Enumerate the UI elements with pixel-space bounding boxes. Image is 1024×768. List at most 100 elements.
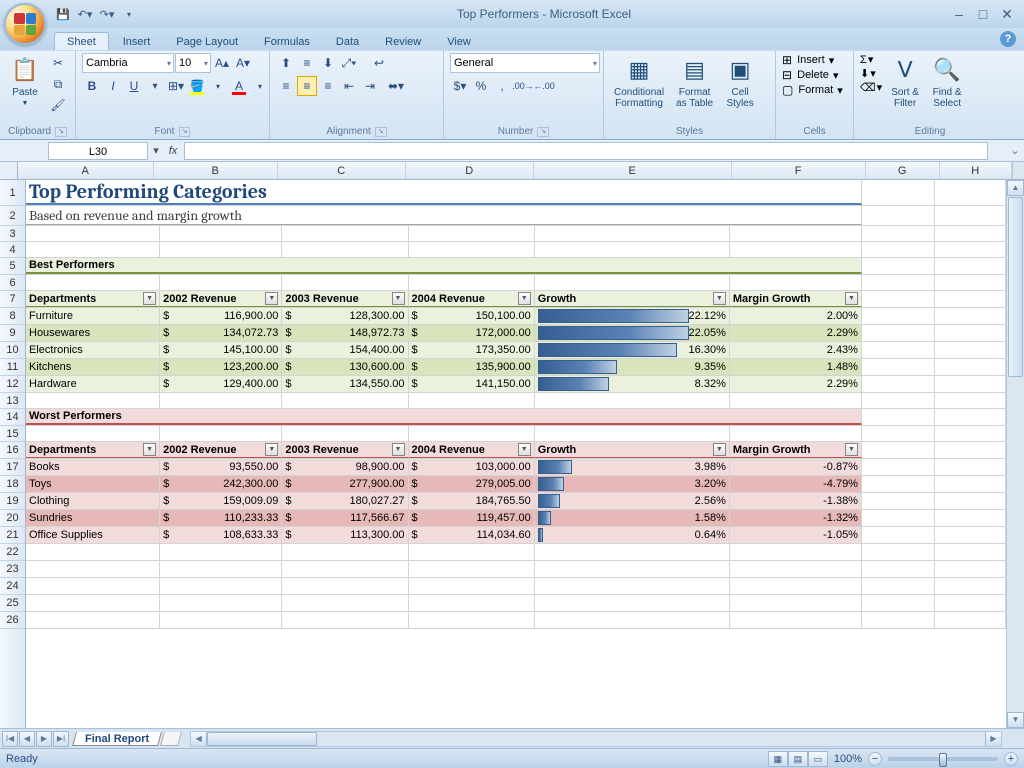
tab-data[interactable]: Data bbox=[324, 33, 371, 50]
row-header[interactable]: 23 bbox=[0, 561, 25, 578]
align-bottom-icon[interactable]: ⬇ bbox=[318, 53, 338, 73]
alignment-launcher[interactable]: ↘ bbox=[375, 127, 387, 137]
scroll-up-icon[interactable]: ▲ bbox=[1007, 180, 1024, 196]
office-button[interactable] bbox=[4, 3, 46, 45]
row-header[interactable]: 6 bbox=[0, 275, 25, 291]
view-layout-icon[interactable]: ▤ bbox=[788, 751, 808, 767]
sheet-nav-first-icon[interactable]: I◀ bbox=[2, 731, 18, 747]
format-as-table-button[interactable]: ▤Format as Table bbox=[672, 53, 717, 111]
bold-icon[interactable]: B bbox=[82, 76, 102, 96]
filter-icon[interactable]: ▼ bbox=[143, 443, 156, 456]
vertical-scrollbar[interactable]: ▲ ▼ bbox=[1006, 180, 1024, 728]
autosum-button[interactable]: Σ▾ bbox=[860, 53, 882, 66]
align-right-icon[interactable]: ≡ bbox=[318, 76, 338, 96]
qat-more-icon[interactable]: ▾ bbox=[120, 5, 138, 23]
filter-icon[interactable]: ▼ bbox=[392, 443, 405, 456]
row-header[interactable]: 21 bbox=[0, 527, 25, 544]
orientation-icon[interactable]: ⤢▾ bbox=[339, 53, 359, 73]
font-color-icon[interactable]: A bbox=[229, 76, 249, 96]
cell-styles-button[interactable]: ▣Cell Styles bbox=[721, 53, 759, 111]
scroll-thumb[interactable] bbox=[1008, 197, 1023, 377]
underline-icon[interactable]: U bbox=[124, 76, 144, 96]
filter-icon[interactable]: ▼ bbox=[713, 292, 726, 305]
row-header[interactable]: 5 bbox=[0, 258, 25, 275]
paste-button[interactable]: 📋 Paste ▼ bbox=[6, 53, 44, 109]
font-launcher[interactable]: ↘ bbox=[179, 127, 191, 137]
font-name-combo[interactable]: Cambria bbox=[82, 53, 174, 73]
scroll-right-icon[interactable]: ▶ bbox=[985, 732, 1001, 746]
row-header[interactable]: 4 bbox=[0, 242, 25, 258]
row-header[interactable]: 13 bbox=[0, 393, 25, 409]
sort-filter-button[interactable]: ᐯSort & Filter bbox=[886, 53, 924, 111]
row-header[interactable]: 22 bbox=[0, 544, 25, 561]
worksheet-grid[interactable]: Top Performing CategoriesBased on revenu… bbox=[26, 180, 1006, 728]
grow-font-icon[interactable]: A▴ bbox=[212, 53, 232, 73]
redo-icon[interactable]: ↷▾ bbox=[98, 5, 116, 23]
view-pagebreak-icon[interactable]: ▭ bbox=[808, 751, 828, 767]
namebox-dropdown-icon[interactable]: ▾ bbox=[150, 144, 162, 157]
scroll-left-icon[interactable]: ◀ bbox=[191, 732, 207, 746]
fx-icon[interactable]: fx bbox=[162, 145, 184, 157]
find-select-button[interactable]: 🔍Find & Select bbox=[928, 53, 966, 111]
row-header[interactable]: 15 bbox=[0, 426, 25, 442]
sheet-nav-prev-icon[interactable]: ◀ bbox=[19, 731, 35, 747]
filter-icon[interactable]: ▼ bbox=[518, 443, 531, 456]
row-header[interactable]: 18 bbox=[0, 476, 25, 493]
filter-icon[interactable]: ▼ bbox=[845, 443, 858, 456]
new-sheet-icon[interactable] bbox=[160, 732, 182, 746]
delete-cells-button[interactable]: ⊟ Delete ▾ bbox=[782, 68, 839, 82]
filter-icon[interactable]: ▼ bbox=[392, 292, 405, 305]
row-header[interactable]: 9 bbox=[0, 325, 25, 342]
insert-cells-button[interactable]: ⊞ Insert ▾ bbox=[782, 53, 834, 67]
select-all-corner[interactable] bbox=[0, 162, 18, 180]
row-header[interactable]: 17 bbox=[0, 459, 25, 476]
name-box[interactable]: L30 bbox=[48, 142, 148, 160]
row-header[interactable]: 12 bbox=[0, 376, 25, 393]
scroll-down-icon[interactable]: ▼ bbox=[1007, 712, 1024, 728]
save-icon[interactable]: 💾 bbox=[54, 5, 72, 23]
filter-icon[interactable]: ▼ bbox=[265, 292, 278, 305]
row-header[interactable]: 3 bbox=[0, 226, 25, 242]
row-header[interactable]: 19 bbox=[0, 493, 25, 510]
col-header-e[interactable]: E bbox=[534, 162, 732, 179]
sheet-tab-final-report[interactable]: Final Report bbox=[72, 732, 162, 746]
increase-indent-icon[interactable]: ⇥ bbox=[360, 76, 380, 96]
percent-icon[interactable]: % bbox=[471, 76, 491, 96]
tab-sheet[interactable]: Sheet bbox=[54, 32, 109, 50]
align-center-icon[interactable]: ≡ bbox=[297, 76, 317, 96]
zoom-out-icon[interactable]: − bbox=[868, 752, 882, 766]
tab-page-layout[interactable]: Page Layout bbox=[164, 33, 250, 50]
col-header-g[interactable]: G bbox=[866, 162, 940, 179]
sheet-nav-last-icon[interactable]: ▶I bbox=[53, 731, 69, 747]
sheet-nav-next-icon[interactable]: ▶ bbox=[36, 731, 52, 747]
col-header-d[interactable]: D bbox=[406, 162, 534, 179]
col-header-c[interactable]: C bbox=[278, 162, 406, 179]
row-header[interactable]: 7 bbox=[0, 291, 25, 308]
wrap-text-icon[interactable]: ↩ bbox=[369, 53, 389, 73]
italic-icon[interactable]: I bbox=[103, 76, 123, 96]
number-launcher[interactable]: ↘ bbox=[537, 127, 549, 137]
format-painter-icon[interactable]: 🖌 bbox=[48, 95, 68, 115]
tab-view[interactable]: View bbox=[435, 33, 483, 50]
clipboard-launcher[interactable]: ↘ bbox=[55, 127, 67, 137]
fill-button[interactable]: ⬇▾ bbox=[860, 67, 882, 80]
tab-insert[interactable]: Insert bbox=[111, 33, 163, 50]
view-normal-icon[interactable]: ▦ bbox=[768, 751, 788, 767]
clear-button[interactable]: ⌫▾ bbox=[860, 81, 882, 94]
col-header-f[interactable]: F bbox=[732, 162, 866, 179]
decrease-indent-icon[interactable]: ⇤ bbox=[339, 76, 359, 96]
close-button[interactable]: ✕ bbox=[998, 6, 1016, 23]
zoom-level[interactable]: 100% bbox=[834, 753, 862, 765]
col-header-b[interactable]: B bbox=[154, 162, 278, 179]
filter-icon[interactable]: ▼ bbox=[265, 443, 278, 456]
increase-decimal-icon[interactable]: .00→ bbox=[513, 76, 533, 96]
row-header[interactable]: 26 bbox=[0, 612, 25, 629]
align-middle-icon[interactable]: ≡ bbox=[297, 53, 317, 73]
borders-icon[interactable]: ⊞▾ bbox=[166, 76, 186, 96]
horizontal-scrollbar[interactable]: ◀ ▶ bbox=[190, 731, 1002, 747]
col-header-h[interactable]: H bbox=[940, 162, 1012, 179]
zoom-slider[interactable] bbox=[888, 757, 998, 761]
fill-color-icon[interactable]: 🪣 bbox=[187, 76, 207, 96]
merge-center-icon[interactable]: ⬌▾ bbox=[386, 76, 406, 96]
zoom-in-icon[interactable]: + bbox=[1004, 752, 1018, 766]
